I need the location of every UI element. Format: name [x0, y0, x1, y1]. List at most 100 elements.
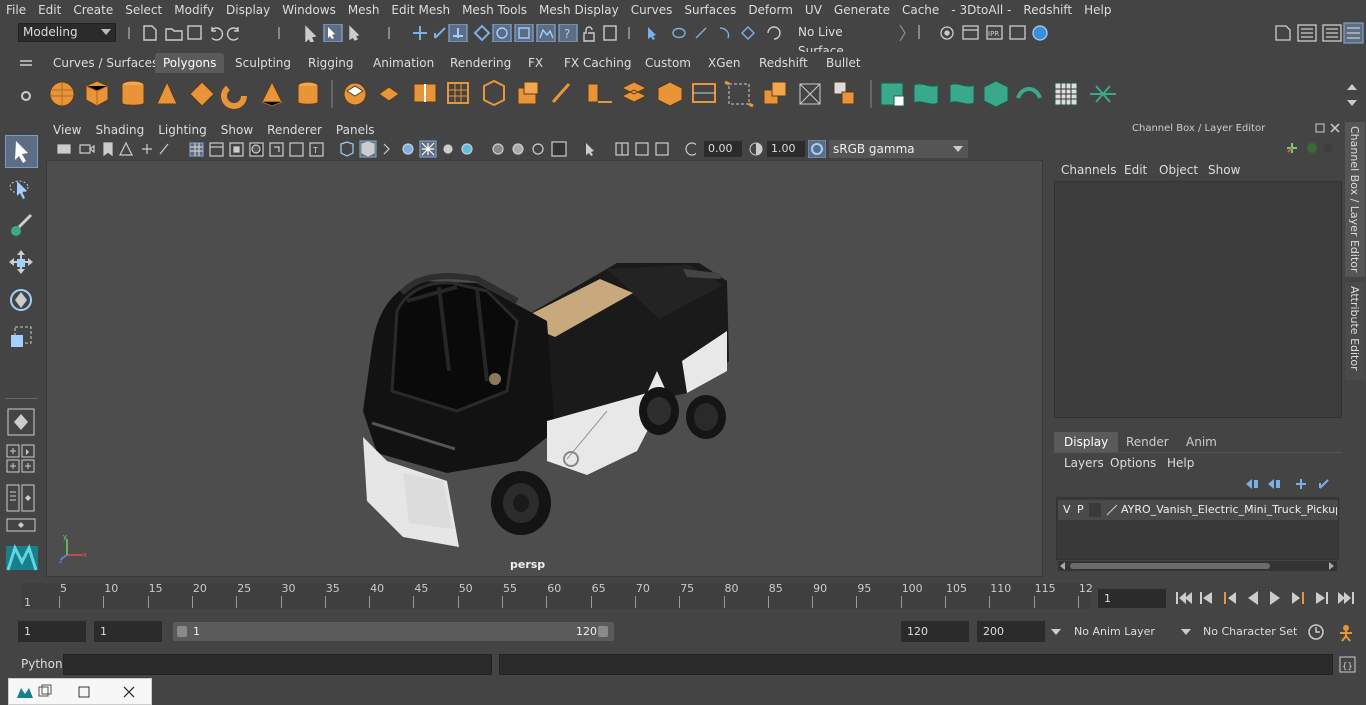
- gamma-icon[interactable]: [748, 141, 764, 157]
- channel-box-menu-edit[interactable]: Edit: [1124, 163, 1147, 177]
- layout-two-icon[interactable]: [6, 484, 38, 512]
- shelf-tab-fx-caching[interactable]: FX Caching: [556, 53, 639, 73]
- menu-surfaces[interactable]: Surfaces: [678, 3, 742, 17]
- exposure-field[interactable]: 0.00: [704, 141, 742, 157]
- channel-box-menu-show[interactable]: Show: [1208, 163, 1240, 177]
- menu-generate[interactable]: Generate: [828, 3, 896, 17]
- shelf-tab-bullet[interactable]: Bullet: [818, 53, 869, 73]
- layer-name[interactable]: AYRO_Vanish_Electric_Mini_Truck_Pickup_E: [1121, 500, 1337, 520]
- script-editor-icon[interactable]: {}: [1339, 656, 1357, 674]
- shelf-tab-curves-surfaces[interactable]: Curves / Surfaces: [45, 53, 166, 73]
- rotate-tool[interactable]: [5, 284, 38, 317]
- shelf-tab-animation[interactable]: Animation: [365, 53, 442, 73]
- playback-end-field[interactable]: 120: [901, 621, 969, 642]
- viewport-menu-view[interactable]: View: [46, 123, 88, 137]
- viewport-menu-lighting[interactable]: Lighting: [151, 123, 214, 137]
- menu-help[interactable]: Help: [1078, 3, 1117, 17]
- shelf-menu-icon[interactable]: [18, 55, 34, 73]
- layout-four-icon[interactable]: [6, 444, 38, 474]
- scroll-right-icon[interactable]: [1329, 562, 1335, 570]
- menu-redshift[interactable]: Redshift: [1017, 3, 1078, 17]
- viewport-menu-renderer[interactable]: Renderer: [260, 123, 329, 137]
- menu-mesh-display[interactable]: Mesh Display: [533, 3, 625, 17]
- viewport-menu-shading[interactable]: Shading: [88, 123, 151, 137]
- viewport-menu-panels[interactable]: Panels: [329, 123, 382, 137]
- viewport-3d[interactable]: y x z: [46, 160, 1043, 577]
- menu-create[interactable]: Create: [67, 3, 119, 17]
- playback-start-field[interactable]: 1: [94, 621, 162, 642]
- anim-layer-select[interactable]: No Anim Layer: [1074, 621, 1155, 642]
- chevron-down-icon[interactable]: [1180, 627, 1192, 637]
- truck-model[interactable]: [47, 161, 1042, 576]
- shelf-settings-icon[interactable]: [18, 88, 34, 104]
- channel-box-menu-channels[interactable]: Channels: [1061, 163, 1117, 177]
- menu-3dtoall[interactable]: - 3DtoAll -: [945, 3, 1017, 17]
- layer-menu-layers[interactable]: Layers: [1064, 456, 1104, 470]
- menu-file[interactable]: File: [0, 3, 32, 17]
- layout-single-tool[interactable]: [5, 406, 38, 439]
- menu-curves[interactable]: Curves: [625, 3, 679, 17]
- shelf-tab-polygons[interactable]: Polygons: [155, 53, 225, 73]
- chevron-down-icon[interactable]: [1050, 627, 1062, 637]
- gamma-field[interactable]: 1.00: [767, 141, 805, 157]
- close-icon[interactable]: [122, 685, 136, 699]
- layer-menu-options[interactable]: Options: [1110, 456, 1156, 470]
- current-frame-field[interactable]: 1: [1098, 589, 1166, 608]
- layer-visibility-toggle[interactable]: V: [1063, 500, 1071, 520]
- menu-edit-mesh[interactable]: Edit Mesh: [385, 3, 456, 17]
- color-space-select[interactable]: sRGB gamma: [829, 140, 968, 158]
- menu-select[interactable]: Select: [119, 3, 168, 17]
- lasso-tool[interactable]: [5, 173, 38, 206]
- layer-color-swatch-icon[interactable]: [1105, 503, 1119, 517]
- layer-tab-render[interactable]: Render: [1116, 432, 1179, 452]
- range-handle-start[interactable]: [177, 626, 187, 637]
- menu-uv[interactable]: UV: [799, 3, 828, 17]
- channel-box-menu-object[interactable]: Object: [1159, 163, 1198, 177]
- channel-box-mode-icons[interactable]: [1284, 140, 1334, 156]
- layer-hscrollbar[interactable]: [1058, 561, 1337, 571]
- layer-type-toggle[interactable]: [1089, 503, 1101, 517]
- menu-windows[interactable]: Windows: [276, 3, 342, 17]
- scale-tool[interactable]: [5, 321, 38, 354]
- channel-box-area[interactable]: [1054, 181, 1342, 418]
- layer-playback-toggle[interactable]: P: [1077, 500, 1084, 520]
- menu-edit[interactable]: Edit: [32, 3, 67, 17]
- shelf-tab-xgen[interactable]: XGen: [700, 53, 749, 73]
- maximize-icon[interactable]: [77, 685, 91, 699]
- shelf-tab-fx[interactable]: FX: [520, 53, 551, 73]
- scene-start-field[interactable]: 1: [18, 621, 86, 642]
- menu-mesh-tools[interactable]: Mesh Tools: [456, 3, 533, 17]
- menu-deform[interactable]: Deform: [742, 3, 799, 17]
- command-language-label[interactable]: Python: [21, 657, 63, 671]
- minimized-window[interactable]: [8, 678, 152, 705]
- command-input[interactable]: [63, 654, 492, 675]
- side-tab-channel-box[interactable]: Channel Box / Layer Editor: [1345, 122, 1365, 277]
- scroll-thumb[interactable]: [1070, 563, 1270, 569]
- shelf-tab-sculpting[interactable]: Sculpting: [227, 53, 299, 73]
- shelf-tab-custom[interactable]: Custom: [637, 53, 699, 73]
- shelf-scroll-icon[interactable]: [1344, 80, 1360, 110]
- layer-row[interactable]: V P AYRO_Vanish_Electric_Mini_Truck_Pick…: [1058, 500, 1338, 520]
- scroll-left-icon[interactable]: [1060, 562, 1066, 570]
- shelf-tab-rigging[interactable]: Rigging: [300, 53, 361, 73]
- mode-select[interactable]: Modeling: [18, 23, 116, 42]
- select-tool[interactable]: [5, 135, 38, 168]
- menu-cache[interactable]: Cache: [896, 3, 945, 17]
- layer-tab-display[interactable]: Display: [1054, 432, 1119, 452]
- range-slider[interactable]: 1 120: [173, 622, 614, 641]
- color-management-icon[interactable]: [808, 140, 826, 158]
- scene-end-field[interactable]: 200: [977, 621, 1045, 642]
- menu-modify[interactable]: Modify: [168, 3, 220, 17]
- character-set-select[interactable]: No Character Set: [1203, 621, 1297, 642]
- shelf-tab-redshift[interactable]: Redshift: [751, 53, 816, 73]
- move-tool[interactable]: [5, 247, 38, 280]
- paint-select-tool[interactable]: [5, 210, 38, 243]
- outliner-icon[interactable]: [6, 518, 38, 532]
- live-surface-field[interactable]: No Live Surface: [795, 23, 891, 58]
- anim-pref-icons[interactable]: [1306, 622, 1360, 642]
- range-handle-end[interactable]: [598, 626, 608, 637]
- layer-menu-help[interactable]: Help: [1167, 456, 1194, 470]
- layer-action-icons[interactable]: [1242, 476, 1338, 492]
- viewport-menu-show[interactable]: Show: [214, 123, 260, 137]
- menu-mesh[interactable]: Mesh: [342, 3, 386, 17]
